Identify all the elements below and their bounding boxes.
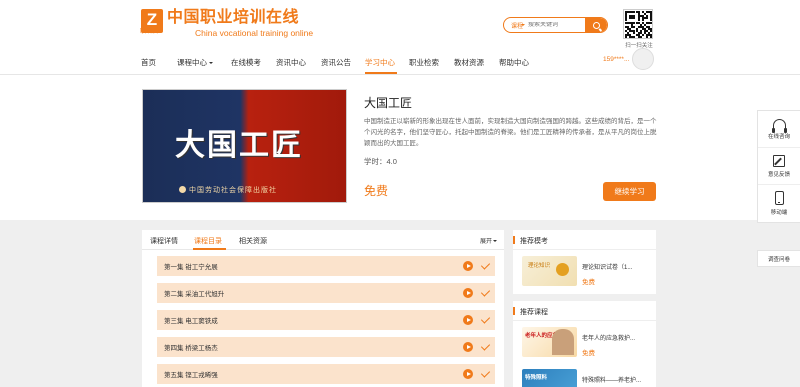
course-description: 中国制造正以崭新的形象出现在世人面前，实现制造大国向制造强国的跨越。这些成绩的背… <box>364 118 657 147</box>
search-bar: 课程 <box>503 17 608 33</box>
exam-badge-icon <box>556 263 569 276</box>
nav-news-center[interactable]: 资讯中心 <box>276 52 321 74</box>
episode-title: 第一集 钳工宁允展 <box>164 264 218 271</box>
check-icon <box>480 368 491 378</box>
continue-study-button[interactable]: 继续学习 <box>603 182 656 201</box>
recommended-course-box: 推荐课程 老年人的应急救护 老年人的应急救护... 免费 特殊照料 特殊照料——… <box>513 301 656 387</box>
recommended-exam-box: 推荐模考 理论知识 理论知识试卷（1... 免费 <box>513 230 656 294</box>
list-item[interactable]: 老年人的应急救护 老年人的应急救护... 免费 <box>513 321 656 363</box>
nav-home[interactable]: 首页 <box>141 52 172 74</box>
course-name[interactable]: 特殊照料——养老护... <box>582 375 654 384</box>
publisher-logo-icon <box>179 186 186 193</box>
episode-title: 第三集 电工窦铁成 <box>164 318 218 325</box>
episode-title: 第五集 铿工戎晞强 <box>164 372 218 379</box>
list-item[interactable]: 理论知识 理论知识试卷（1... 免费 <box>513 250 656 292</box>
nav-textbooks[interactable]: 教材资源 <box>454 52 499 74</box>
course-title: 大国工匠 <box>364 96 413 110</box>
play-icon[interactable] <box>463 369 473 379</box>
logo-english-text: China vocational training online <box>195 28 314 38</box>
nav-help-center[interactable]: 帮助中心 <box>499 52 539 74</box>
play-icon[interactable] <box>463 342 473 352</box>
cover-title: 大国工匠 <box>175 128 303 163</box>
list-item[interactable]: 第二集 采油工代旭升 <box>157 283 495 303</box>
course-price: 免费 <box>364 184 389 198</box>
course-name[interactable]: 老年人的应急救护... <box>582 333 654 342</box>
main-nav: 首页 课程中心 在线模考 资讯中心 资讯公告 学习中心 职业检索 教材资源 帮助… <box>141 52 539 74</box>
list-item[interactable]: 特殊照料 特殊照料——养老护... 免费 <box>513 363 656 387</box>
recommended-course-heading: 推荐课程 <box>513 301 656 321</box>
tab-course-details[interactable]: 课程详情 <box>150 236 178 246</box>
survey-button[interactable]: 调查问卷 <box>757 250 800 267</box>
mobile-button[interactable]: 移动端 <box>758 185 800 222</box>
floating-service-bar: 在线咨询 意见反馈 移动端 <box>757 110 800 223</box>
play-icon[interactable] <box>463 288 473 298</box>
check-icon <box>480 341 491 351</box>
person-icon <box>552 329 574 355</box>
site-header: Z 中国职业培训在线 China vocational training onl… <box>0 0 800 75</box>
headset-icon <box>771 118 787 133</box>
tab-course-catalog[interactable]: 课程目录 <box>194 236 222 246</box>
site-logo[interactable]: Z 中国职业培训在线 China vocational training onl… <box>141 9 313 38</box>
check-icon <box>480 287 491 297</box>
tab-related-resources[interactable]: 相关资源 <box>239 236 267 246</box>
course-price-tag: 免费 <box>582 350 595 357</box>
expand-toggle[interactable]: 展开 <box>480 236 497 245</box>
nav-mock-exam[interactable]: 在线模考 <box>231 52 276 74</box>
check-icon <box>480 260 491 270</box>
course-tabs: 课程详情 课程目录 相关资源 展开 <box>142 230 504 250</box>
exam-name[interactable]: 理论知识试卷（1... <box>582 262 654 271</box>
search-type-select[interactable]: 课程 <box>504 21 528 30</box>
course-hero: 大国工匠 中国劳动社会保障出版社 大国工匠 中国制造正以崭新的形象出现在世人面前… <box>0 75 800 220</box>
search-icon <box>592 21 600 29</box>
check-icon <box>480 314 491 324</box>
episode-title: 第二集 采油工代旭升 <box>164 291 225 298</box>
episode-list: 第一集 钳工宁允展 第二集 采油工代旭升 第三集 电工窦铁成 第四集 桥梁工杨杰… <box>157 256 495 387</box>
avatar[interactable] <box>632 48 654 70</box>
exam-price: 免费 <box>582 279 595 286</box>
phone-icon <box>774 191 784 205</box>
course-content-panel: 课程详情 课程目录 相关资源 展开 第一集 钳工宁允展 第二集 采油工代旭升 第… <box>142 230 504 387</box>
exam-thumbnail[interactable]: 理论知识 <box>522 256 577 286</box>
qr-code-icon <box>623 9 653 39</box>
list-item[interactable]: 第五集 铿工戎晞强 <box>157 364 495 384</box>
list-item[interactable]: 第三集 电工窦铁成 <box>157 310 495 330</box>
recommended-exam-heading: 推荐模考 <box>513 230 656 250</box>
course-hours: 学时：4.0 <box>364 157 397 166</box>
active-tab-indicator <box>193 248 226 250</box>
search-button[interactable] <box>585 18 607 32</box>
nav-course-center[interactable]: 课程中心 <box>177 52 231 74</box>
edit-icon <box>773 154 785 167</box>
chevron-down-icon <box>209 62 213 66</box>
logo-chinese-text: 中国职业培训在线 <box>167 9 300 26</box>
online-consult-button[interactable]: 在线咨询 <box>758 111 800 148</box>
nav-learning-center[interactable]: 学习中心 <box>365 52 397 74</box>
play-icon[interactable] <box>463 261 473 271</box>
list-item[interactable]: 第四集 桥梁工杨杰 <box>157 337 495 357</box>
course-thumbnail[interactable]: 特殊照料 <box>522 369 577 387</box>
user-phone[interactable]: 159****... <box>603 56 629 63</box>
list-item[interactable]: 第一集 钳工宁允展 <box>157 256 495 276</box>
episode-title: 第四集 桥梁工杨杰 <box>164 345 218 352</box>
nav-announcements[interactable]: 资讯公告 <box>321 52 365 74</box>
course-thumbnail[interactable]: 老年人的应急救护 <box>522 327 577 357</box>
cover-publisher: 中国劳动社会保障出版社 <box>189 187 277 194</box>
course-cover-image: 大国工匠 中国劳动社会保障出版社 <box>142 89 347 203</box>
feedback-button[interactable]: 意见反馈 <box>758 148 800 185</box>
play-icon[interactable] <box>463 315 473 325</box>
nav-job-search[interactable]: 职业检索 <box>409 52 454 74</box>
search-input[interactable] <box>528 22 584 28</box>
logo-badge: 职培云 <box>140 29 159 35</box>
